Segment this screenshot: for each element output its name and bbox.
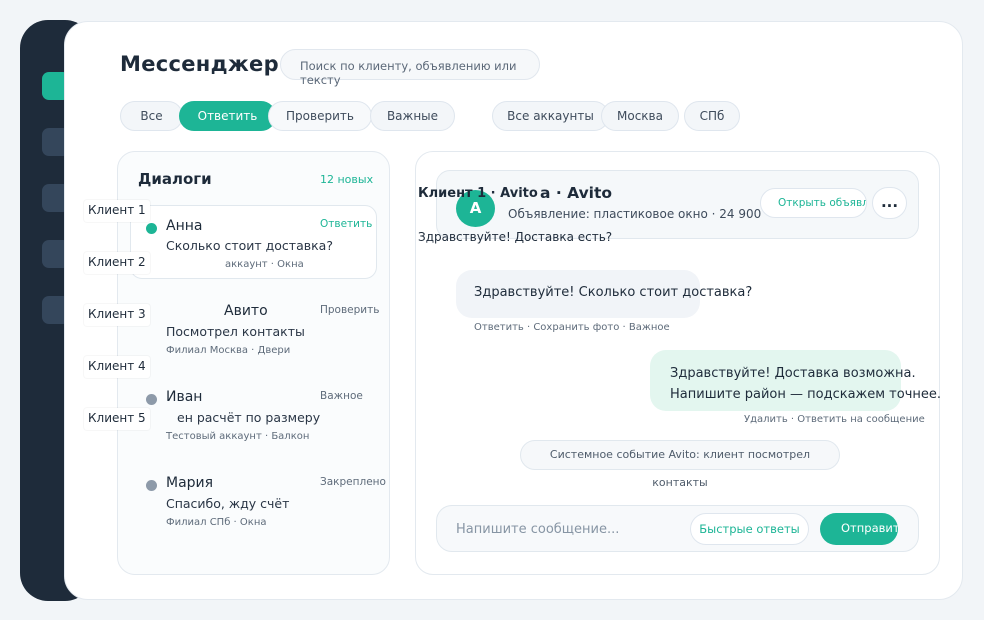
client-label[interactable]: Клиент 2 — [84, 252, 150, 274]
filter-chip-important[interactable]: Важные — [370, 101, 455, 131]
chat-overlay-greeting: Здравствуйте! Доставка есть? — [418, 230, 613, 244]
filter-chip-spb[interactable]: СПб — [684, 101, 740, 131]
more-icon[interactable]: ... — [872, 187, 907, 219]
dialog-message: Сколько стоит доставка? — [166, 238, 333, 253]
dialog-meta: Тестовый аккаунт · Балкон — [166, 431, 310, 442]
dialog-name[interactable]: Иван — [166, 389, 202, 405]
client-label[interactable]: Клиент 4 — [84, 356, 150, 378]
chat-ad-info: Объявление: пластиковое окно · 24 900 ₽ — [508, 207, 763, 221]
chat-overlay-title: Клиент 1 · Avito — [418, 186, 538, 201]
client-label[interactable]: Клиент 1 — [84, 200, 150, 222]
dialog-message: Посмотрел контакты — [166, 324, 305, 339]
dialog-message: ен расчёт по размеру — [177, 410, 321, 425]
filter-chip-all-accounts[interactable]: Все аккаунты — [492, 101, 609, 131]
dialog-tag: Важное — [320, 390, 363, 402]
outgoing-message-actions[interactable]: Удалить · Ответить на сообщение — [744, 414, 925, 425]
dialog-name[interactable]: Мария — [166, 475, 213, 491]
status-dot — [146, 223, 157, 234]
search-input[interactable]: Поиск по клиенту, объявлению или тексту — [280, 49, 540, 87]
dialog-message: Спасибо, жду счёт — [166, 496, 290, 511]
filter-chip-all[interactable]: Все — [120, 101, 183, 131]
filter-chip-reply[interactable]: Ответить — [179, 101, 276, 131]
dialog-name: Анна — [166, 218, 203, 234]
page-title: Мессенджер — [120, 52, 279, 76]
incoming-message-actions[interactable]: Ответить · Сохранить фото · Важное — [474, 322, 670, 333]
dialog-meta: Филиал Москва · Двери — [166, 345, 291, 356]
dialogs-title: Диалоги — [138, 170, 212, 188]
quick-replies-button[interactable]: Быстрые ответы — [690, 513, 809, 545]
dialog-tag: Закреплено — [320, 476, 386, 488]
system-event: Системное событие Avito: клиент посмотре… — [520, 440, 840, 489]
dialog-meta: аккаунт · Окна — [225, 259, 304, 270]
status-dot — [146, 480, 157, 491]
outgoing-message-line: Здравствуйте! Доставка возможна. — [670, 366, 916, 381]
dialog-name[interactable]: Авито — [224, 303, 268, 319]
outgoing-message: Здравствуйте! Доставка возможна. Напишит… — [650, 350, 942, 411]
open-ad-button[interactable]: Открыть объявление — [760, 188, 867, 218]
dialog-tag: Ответить — [320, 218, 373, 230]
filter-chip-check[interactable]: Проверить — [268, 101, 372, 131]
dialog-meta: Филиал СПб · Окна — [166, 517, 267, 528]
chat-contact-name: а · Avito — [540, 184, 613, 202]
send-button[interactable]: Отправить — [820, 513, 898, 545]
incoming-message: Здравствуйте! Сколько стоит доставка? — [456, 270, 752, 318]
dialog-tag: Проверить — [320, 304, 380, 316]
dialogs-new-count: 12 новых — [320, 173, 374, 186]
status-dot — [146, 394, 157, 405]
message-input[interactable] — [456, 520, 681, 538]
client-label[interactable]: Клиент 3 — [84, 304, 150, 326]
client-label[interactable]: Клиент 5 — [84, 408, 150, 430]
outgoing-message-line: Напишите район — подскажем точнее. — [670, 387, 942, 402]
filter-chip-moscow[interactable]: Москва — [601, 101, 679, 131]
